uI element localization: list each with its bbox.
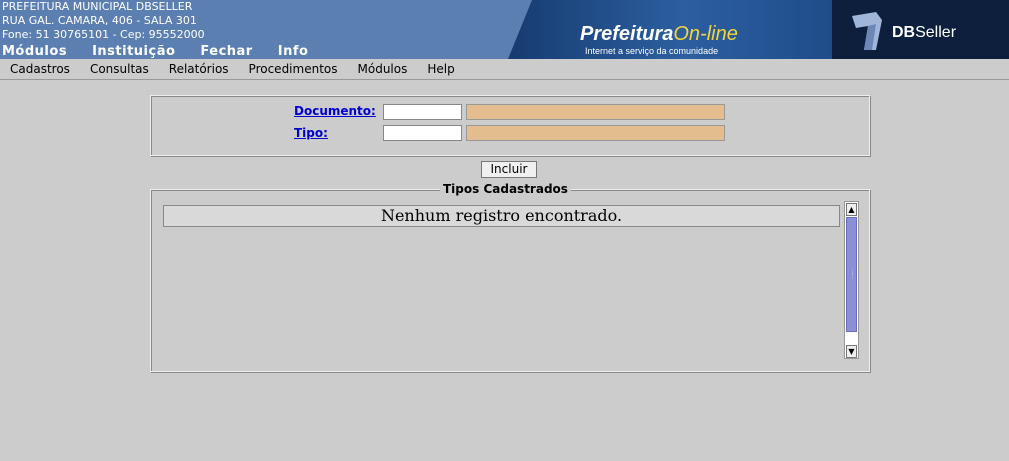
menu-consultas[interactable]: Consultas — [80, 62, 159, 76]
menu-help[interactable]: Help — [417, 62, 464, 76]
menu-procedimentos[interactable]: Procedimentos — [239, 62, 348, 76]
vendor-name: DBSeller — [892, 24, 956, 42]
menu-modulos[interactable]: Módulos — [348, 62, 418, 76]
tipo-code-input[interactable] — [383, 125, 462, 141]
panel-legend: Tipos Cadastrados — [440, 182, 571, 196]
top-menu-fechar[interactable]: Fechar — [200, 44, 252, 59]
documento-code-input[interactable] — [383, 104, 462, 120]
org-contact: Fone: 51 30765101 - Cep: 95552000 — [2, 28, 205, 41]
documento-description-field — [466, 104, 725, 120]
banner-title-prefeitura: Prefeitura — [580, 23, 674, 45]
tipo-label-link[interactable]: Tipo: — [294, 126, 328, 140]
list-scrollbar[interactable]: ▲ ⋮⋮ ⋮⋮ ▼ — [844, 201, 863, 359]
banner-title: PrefeituraOn-line — [580, 23, 738, 46]
banner-title-online: On-line — [673, 23, 738, 45]
menu-cadastros[interactable]: Cadastros — [0, 62, 80, 76]
documento-label-link[interactable]: Documento: — [294, 104, 376, 118]
top-menu: Módulos Instituição Fechar Info — [2, 44, 308, 59]
incluir-button[interactable]: Incluir — [481, 161, 537, 178]
scroll-down-arrow-icon[interactable]: ▼ — [846, 345, 857, 358]
tipo-description-field — [466, 125, 725, 141]
scroll-thumb[interactable]: ⋮⋮ ⋮⋮ — [846, 217, 863, 332]
vendor-name-seller: Seller — [915, 24, 957, 41]
menu-relatorios[interactable]: Relatórios — [159, 62, 239, 76]
top-menu-info[interactable]: Info — [278, 44, 309, 59]
scroll-up-arrow-icon[interactable]: ▲ — [846, 203, 857, 216]
org-name: PREFEITURA MUNICIPAL DBSELLER — [2, 0, 193, 13]
top-menu-modulos[interactable]: Módulos — [2, 44, 67, 59]
vendor-name-db: DB — [892, 24, 916, 41]
dbseller-logo-icon — [852, 12, 882, 50]
empty-list-message: Nenhum registro encontrado. — [163, 205, 840, 227]
banner-subtitle: Internet a serviço da comunidade — [585, 46, 719, 56]
top-menu-instituicao[interactable]: Instituição — [92, 44, 175, 59]
scroll-grip-icon: ⋮⋮ ⋮⋮ — [849, 268, 863, 280]
org-address: RUA GAL. CAMARA, 406 - SALA 301 — [2, 14, 197, 27]
main-menubar: Cadastros Consultas Relatórios Procedime… — [0, 59, 1009, 80]
organization-info: PREFEITURA MUNICIPAL DBSELLER RUA GAL. C… — [2, 0, 205, 42]
